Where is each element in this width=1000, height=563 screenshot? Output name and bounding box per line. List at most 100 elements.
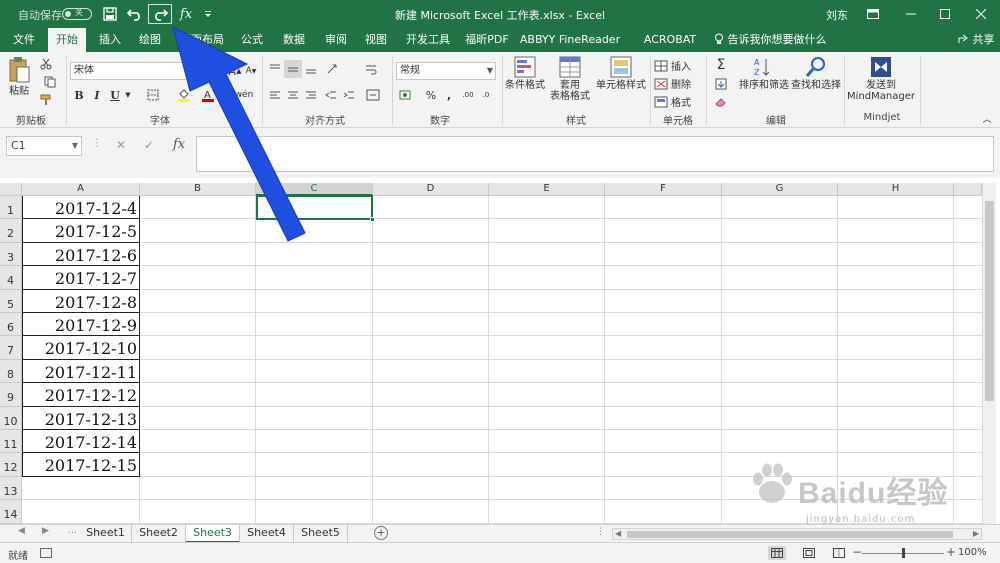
maximize-button[interactable] bbox=[928, 0, 962, 28]
comma-button[interactable]: , bbox=[442, 86, 456, 104]
row-header[interactable]: 11 bbox=[0, 430, 22, 453]
row-header[interactable]: 6 bbox=[0, 313, 22, 336]
increase-decimal-button[interactable]: .00 bbox=[460, 86, 476, 104]
sheet-tab-3[interactable]: Sheet3 bbox=[186, 525, 240, 543]
insert-cells-button[interactable]: 插入 bbox=[654, 58, 691, 73]
copy-button[interactable] bbox=[38, 74, 62, 90]
phonetic-button[interactable]: wén bbox=[232, 86, 256, 104]
undo-button[interactable] bbox=[124, 4, 146, 24]
paste-button[interactable]: 粘贴 bbox=[4, 56, 34, 108]
zoom-level[interactable]: 100% bbox=[958, 547, 987, 558]
cut-button[interactable] bbox=[38, 56, 54, 72]
underline-dropdown[interactable]: ▼ bbox=[124, 86, 132, 104]
cell-a4[interactable]: 2017-12-7 bbox=[23, 268, 139, 290]
cell-styles-button[interactable]: 单元格样式 bbox=[594, 56, 648, 110]
tab-formulas[interactable]: 公式 bbox=[234, 28, 270, 52]
column-header-g[interactable]: G bbox=[722, 183, 838, 196]
cell-a8[interactable]: 2017-12-11 bbox=[23, 362, 139, 383]
scroll-left-icon[interactable]: ◀ bbox=[615, 529, 621, 538]
row-header[interactable]: 12 bbox=[0, 453, 22, 477]
format-painter-button[interactable] bbox=[38, 92, 54, 108]
increase-indent-button[interactable] bbox=[340, 86, 358, 104]
column-header-b[interactable]: B bbox=[140, 183, 256, 196]
merge-center-button[interactable] bbox=[362, 86, 384, 104]
send-to-mindmanager-button[interactable]: 发送到 MindManager bbox=[846, 56, 916, 110]
delete-cells-button[interactable]: 删除 bbox=[654, 76, 691, 91]
column-header-e[interactable]: E bbox=[489, 183, 605, 196]
column-header-f[interactable]: F bbox=[605, 183, 722, 196]
clear-button[interactable] bbox=[710, 94, 732, 110]
wrap-text-button[interactable] bbox=[362, 60, 380, 78]
percent-button[interactable]: % bbox=[424, 86, 438, 104]
fx-button[interactable]: fx bbox=[178, 4, 194, 24]
enter-icon[interactable]: ✓ bbox=[144, 138, 154, 152]
align-right-button[interactable] bbox=[302, 86, 320, 104]
tab-foxit-pdf[interactable]: 福昕PDF bbox=[462, 28, 512, 52]
scroll-right-icon[interactable]: ▶ bbox=[973, 529, 979, 538]
format-as-table-button[interactable]: 套用 表格格式 bbox=[548, 56, 592, 110]
fill-color-button[interactable] bbox=[174, 86, 194, 104]
tab-home[interactable]: 开始 bbox=[48, 28, 86, 52]
select-all-button[interactable] bbox=[0, 183, 22, 196]
align-middle-button[interactable] bbox=[284, 60, 302, 78]
align-center-button[interactable] bbox=[284, 86, 302, 104]
row-header[interactable]: 10 bbox=[0, 407, 22, 430]
orientation-button[interactable] bbox=[322, 60, 344, 78]
page-break-view-button[interactable] bbox=[830, 546, 848, 560]
number-format-select[interactable]: 常规 ▼ bbox=[396, 62, 496, 80]
column-header-d[interactable]: D bbox=[373, 183, 489, 196]
row-header[interactable]: 14 bbox=[0, 500, 22, 524]
autosum-button[interactable]: Σ bbox=[710, 56, 732, 74]
zoom-slider-knob[interactable] bbox=[902, 548, 905, 558]
share-button[interactable]: 共享 bbox=[958, 28, 995, 52]
row-header[interactable]: 5 bbox=[0, 290, 22, 313]
prev-sheet-icon[interactable]: ◀ bbox=[18, 526, 25, 536]
tab-insert[interactable]: 插入 bbox=[92, 28, 128, 52]
increase-font-button[interactable]: A ▲ bbox=[228, 62, 242, 80]
save-button[interactable] bbox=[100, 4, 120, 24]
tab-abbyy[interactable]: ABBYY FineReader 12 bbox=[512, 28, 628, 70]
bold-button[interactable]: B bbox=[72, 86, 86, 104]
tab-view[interactable]: 视图 bbox=[358, 28, 394, 52]
find-select-button[interactable]: 查找和选择 bbox=[790, 56, 842, 110]
fill-button[interactable] bbox=[710, 76, 732, 92]
sheet-tab-2[interactable]: Sheet2 bbox=[132, 525, 186, 543]
tab-acrobat[interactable]: ACROBAT bbox=[642, 28, 698, 52]
sort-filter-button[interactable]: AZ 排序和筛选 bbox=[738, 56, 790, 110]
decrease-indent-button[interactable] bbox=[322, 86, 340, 104]
vertical-scrollbar[interactable] bbox=[982, 183, 996, 524]
tab-draw[interactable]: 绘图 bbox=[132, 28, 168, 52]
name-box[interactable]: C1 ▼ bbox=[6, 136, 82, 156]
cell-a3[interactable]: 2017-12-6 bbox=[23, 245, 139, 266]
italic-button[interactable]: I bbox=[90, 86, 104, 104]
row-header[interactable]: 1 bbox=[0, 196, 22, 219]
row-header[interactable]: 8 bbox=[0, 360, 22, 383]
autosave-toggle[interactable]: 关 bbox=[62, 8, 92, 20]
row-header[interactable]: 13 bbox=[0, 477, 22, 500]
cell-a9[interactable]: 2017-12-12 bbox=[23, 385, 139, 407]
align-top-button[interactable] bbox=[266, 60, 284, 78]
align-left-button[interactable] bbox=[266, 86, 284, 104]
insert-function-button[interactable]: fx bbox=[173, 137, 185, 152]
accounting-format-button[interactable] bbox=[396, 86, 418, 104]
cell-a1[interactable]: 2017-12-4 bbox=[23, 198, 139, 219]
column-header-a[interactable]: A bbox=[22, 183, 140, 196]
close-button[interactable] bbox=[964, 0, 998, 28]
user-name[interactable]: 刘东 bbox=[826, 7, 848, 23]
redo-button[interactable] bbox=[148, 4, 172, 24]
column-header-partial[interactable] bbox=[954, 183, 982, 196]
more-sheets-icon[interactable]: … bbox=[68, 526, 77, 536]
normal-view-button[interactable] bbox=[768, 546, 786, 560]
underline-button[interactable]: U bbox=[108, 86, 122, 104]
tell-me-search[interactable]: 告诉我你想要做什么 bbox=[714, 28, 827, 52]
sheet-tab-4[interactable]: Sheet4 bbox=[240, 525, 294, 543]
tab-data[interactable]: 数据 bbox=[276, 28, 312, 52]
tab-file[interactable]: 文件 bbox=[6, 28, 42, 52]
zoom-slider[interactable] bbox=[862, 548, 944, 558]
align-bottom-button[interactable] bbox=[302, 60, 320, 78]
fill-handle[interactable] bbox=[370, 217, 375, 222]
macro-record-icon[interactable] bbox=[40, 548, 52, 558]
active-cell-c1[interactable] bbox=[256, 195, 375, 222]
cancel-icon[interactable]: ✕ bbox=[116, 138, 126, 152]
cell-a10[interactable]: 2017-12-13 bbox=[23, 409, 139, 430]
